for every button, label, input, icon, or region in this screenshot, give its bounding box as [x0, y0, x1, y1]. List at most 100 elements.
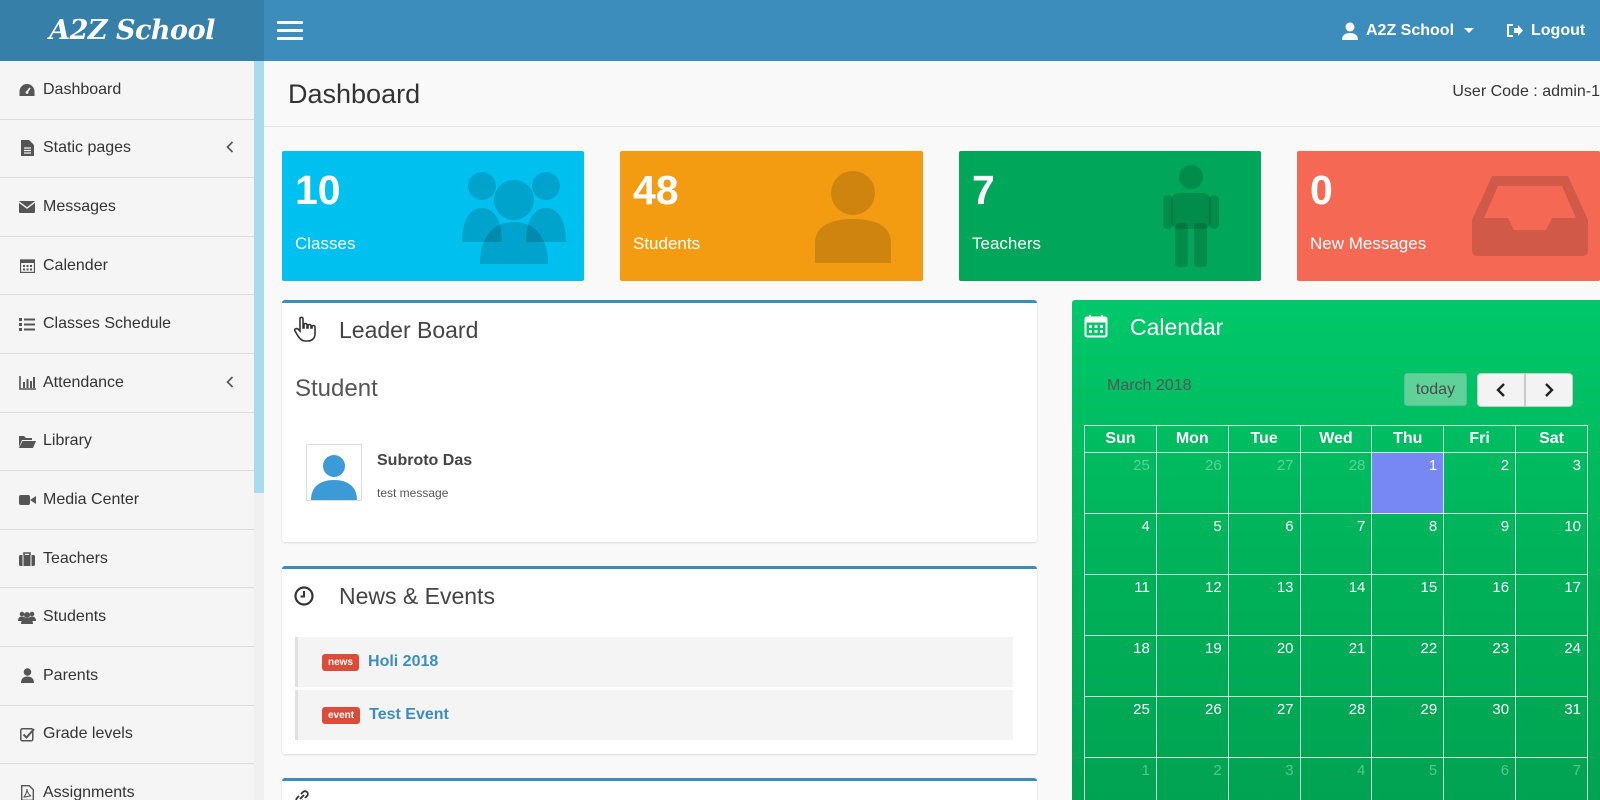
sidebar-item-grade-levels[interactable]: Grade levels [0, 705, 254, 765]
calendar-day-cell[interactable]: 5 [1371, 757, 1445, 800]
stat-box-new-messages[interactable]: 0 New Messages [1297, 151, 1600, 281]
calendar-day-cell[interactable]: 8 [1371, 513, 1445, 575]
hand-pointer-icon [293, 316, 318, 347]
news-events-panel: News & Events news Holi 2018 event Test … [282, 566, 1037, 754]
stat-box-teachers[interactable]: 7 Teachers [959, 151, 1261, 281]
calendar-week-row: 4 5 6 7 8 9 10 [1084, 513, 1588, 575]
caret-down-icon [1464, 28, 1475, 33]
calendar-day-cell[interactable]: 30 [1443, 696, 1517, 758]
calendar-day-cell[interactable]: 19 [1155, 635, 1229, 697]
calendar-day-cell[interactable]: 2 [1155, 757, 1229, 800]
sidebar-item-messages[interactable]: Messages [0, 178, 254, 237]
stat-value: 48 [633, 167, 679, 213]
calendar-day-cell[interactable]: 28 [1299, 452, 1373, 514]
calendar-day-cell[interactable]: 3 [1227, 757, 1301, 800]
sidebar-item-parents[interactable]: Parents [0, 646, 254, 706]
calendar-day-cell[interactable]: 21 [1299, 635, 1373, 697]
stat-label: Classes [295, 234, 356, 253]
calendar-day-cell[interactable]: 11 [1084, 574, 1157, 636]
calendar-widget: Calendar March 2018 today Sun Mon Tue Wed Th… [1072, 300, 1600, 800]
calendar-week-row: 11 12 13 14 15 16 17 [1084, 574, 1588, 636]
calendar-day-cell[interactable]: 15 [1371, 574, 1445, 636]
stat-label: New Messages [1310, 234, 1427, 253]
calendar-day-cell[interactable]: 25 [1084, 452, 1157, 514]
stat-box-classes[interactable]: 10 Classes [282, 151, 584, 281]
sidebar-scrollbar[interactable] [254, 61, 264, 493]
calendar-day-cell[interactable]: 9 [1443, 513, 1517, 575]
sidebar-item-attendance[interactable]: Attendance [0, 353, 254, 413]
calendar-day-cell[interactable]: 4 [1299, 757, 1373, 800]
sidebar-item-assignments[interactable]: Assignments [0, 764, 254, 800]
sidebar-item-classes-schedule[interactable]: Classes Schedule [0, 295, 254, 354]
calendar-day-cell[interactable]: 12 [1155, 574, 1229, 636]
calendar-day-cell[interactable]: 27 [1227, 696, 1301, 758]
calendar-day-cell[interactable]: 26 [1155, 696, 1229, 758]
sidebar-item-label: Parents [43, 666, 99, 684]
inbox-icon [1460, 151, 1600, 281]
calendar-day-cell[interactable]: 6 [1443, 757, 1517, 800]
stat-box-students[interactable]: 48 Students [620, 151, 923, 281]
today-button[interactable]: today [1404, 373, 1467, 406]
calendar-day-cell[interactable]: 20 [1227, 635, 1301, 697]
file-icon [18, 139, 36, 157]
users-icon [444, 151, 584, 281]
sidebar-item-teachers[interactable]: Teachers [0, 529, 254, 589]
calendar-day-cell[interactable]: 17 [1515, 574, 1588, 636]
calendar-day-cell[interactable]: 5 [1155, 513, 1229, 575]
sidebar-item-media-center[interactable]: Media Center [0, 471, 254, 530]
video-camera-icon [18, 491, 36, 509]
chevron-left-icon[interactable] [226, 375, 234, 391]
calendar-day-cell[interactable]: 1 [1084, 757, 1157, 800]
calendar-day-today[interactable]: 1 [1371, 452, 1445, 514]
leader-name[interactable]: Subroto Das [377, 452, 472, 470]
calendar-day-cell[interactable]: 23 [1443, 635, 1517, 697]
sidebar-item-static-pages[interactable]: Static pages [0, 119, 254, 179]
chevron-left-icon[interactable] [226, 140, 234, 156]
calendar-day-cell[interactable]: 4 [1084, 513, 1157, 575]
chevron-left-icon [1496, 383, 1505, 397]
weekday-header: Fri [1443, 425, 1517, 453]
calendar-day-cell[interactable]: 31 [1515, 696, 1588, 758]
briefcase-icon [18, 550, 36, 568]
calendar-day-cell[interactable]: 2 [1443, 452, 1517, 514]
calendar-day-cell[interactable]: 18 [1084, 635, 1157, 697]
list-item[interactable]: event Test Event [295, 690, 1013, 740]
calendar-day-cell[interactable]: 28 [1299, 696, 1373, 758]
calendar-day-cell[interactable]: 22 [1371, 635, 1445, 697]
calendar-day-cell[interactable]: 16 [1443, 574, 1517, 636]
sidebar: Dashboard Static pages Messages Calender Cla… [0, 61, 264, 800]
brand-logo[interactable]: A2Z School [0, 0, 264, 61]
calendar-day-cell[interactable]: 7 [1515, 757, 1588, 800]
list-item[interactable]: news Holi 2018 [295, 637, 1013, 687]
calendar-day-cell[interactable]: 26 [1155, 452, 1229, 514]
calendar-day-cell[interactable]: 24 [1515, 635, 1588, 697]
event-link[interactable]: Test Event [369, 706, 449, 724]
dashboard-icon [18, 81, 36, 99]
calendar-day-cell[interactable]: 29 [1371, 696, 1445, 758]
calendar-day-cell[interactable]: 14 [1299, 574, 1373, 636]
sidebar-toggle-icon[interactable] [270, 14, 310, 46]
sidebar-item-students[interactable]: Students [0, 588, 254, 647]
stat-label: Students [633, 234, 701, 253]
news-link[interactable]: Holi 2018 [368, 653, 438, 671]
logout-label: Logout [1531, 21, 1586, 39]
calendar-day-cell[interactable]: 10 [1515, 513, 1588, 575]
leader-message: test message [377, 486, 449, 500]
calendar-day-cell[interactable]: 27 [1227, 452, 1301, 514]
next-month-button[interactable] [1525, 373, 1573, 407]
calendar-day-cell[interactable]: 25 [1084, 696, 1157, 758]
prev-month-button[interactable] [1477, 373, 1525, 407]
sidebar-item-dashboard[interactable]: Dashboard [0, 61, 254, 120]
weekday-header: Wed [1299, 425, 1373, 453]
calendar-day-cell[interactable]: 3 [1515, 452, 1588, 514]
bar-chart-icon [18, 374, 36, 392]
calendar-day-cell[interactable]: 6 [1227, 513, 1301, 575]
calendar-day-cell[interactable]: 13 [1227, 574, 1301, 636]
logout-button[interactable]: Logout [1506, 0, 1585, 61]
calendar-week-row: 1234567 [1084, 757, 1588, 800]
page-title: Dashboard [288, 79, 421, 109]
sidebar-item-calender[interactable]: Calender [0, 236, 254, 296]
user-menu-dropdown[interactable]: A2Z School [1342, 0, 1475, 61]
calendar-day-cell[interactable]: 7 [1299, 513, 1373, 575]
sidebar-item-library[interactable]: Library [0, 412, 254, 472]
